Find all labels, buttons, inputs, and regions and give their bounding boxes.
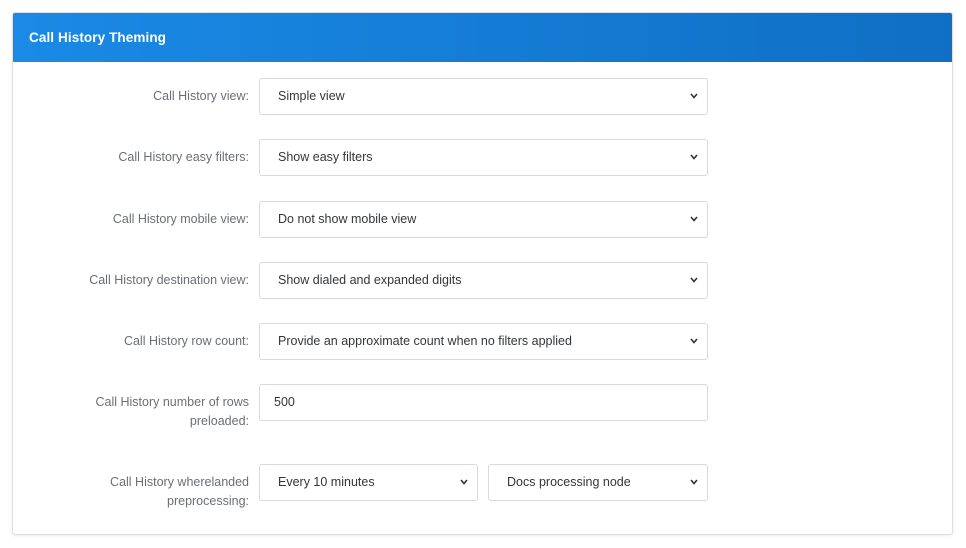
wherelanded-interval-select[interactable]: Every 10 minutes — [259, 464, 478, 501]
mobile-view-select[interactable]: Do not show mobile view — [259, 201, 708, 238]
wherelanded-label-line2: preprocessing: — [167, 494, 249, 508]
rows-preloaded-label: Call History number of rows preloaded: — [19, 393, 249, 431]
wherelanded-node-value: Docs processing node — [507, 475, 631, 489]
rows-preloaded-input[interactable]: 500 — [259, 384, 708, 421]
view-select-value: Simple view — [278, 89, 345, 103]
destination-view-select-value: Show dialed and expanded digits — [278, 273, 462, 287]
chevron-down-icon — [690, 338, 698, 345]
wherelanded-interval-value: Every 10 minutes — [278, 475, 375, 489]
view-select[interactable]: Simple view — [259, 78, 708, 115]
chevron-down-icon — [690, 216, 698, 223]
row-count-label: Call History row count: — [123, 334, 249, 348]
chevron-down-icon — [690, 154, 698, 161]
row-count-select-value: Provide an approximate count when no fil… — [278, 334, 572, 348]
chevron-down-icon — [690, 479, 698, 486]
destination-view-select[interactable]: Show dialed and expanded digits — [259, 262, 708, 299]
row-count-select[interactable]: Provide an approximate count when no fil… — [259, 323, 708, 360]
destination-view-label: Call History destination view: — [89, 273, 249, 287]
rows-preloaded-label-line2: preloaded: — [189, 414, 249, 428]
mobile-view-label: Call History mobile view: — [112, 212, 249, 226]
easy-filters-select-value: Show easy filters — [278, 150, 373, 164]
chevron-down-icon — [690, 93, 698, 100]
easy-filters-label: Call History easy filters: — [118, 150, 249, 164]
chevron-down-icon — [460, 479, 468, 486]
easy-filters-select[interactable]: Show easy filters — [259, 139, 708, 176]
wherelanded-node-select[interactable]: Docs processing node — [488, 464, 708, 501]
mobile-view-select-value: Do not show mobile view — [278, 212, 417, 226]
panel-title: Call History Theming — [13, 13, 952, 62]
rows-preloaded-input-value: 500 — [274, 395, 295, 409]
chevron-down-icon — [690, 277, 698, 284]
wherelanded-label: Call History wherelanded preprocessing: — [19, 473, 249, 511]
wherelanded-label-line1: Call History wherelanded — [110, 475, 249, 489]
view-label: Call History view: — [153, 89, 249, 103]
rows-preloaded-label-line1: Call History number of rows — [95, 395, 249, 409]
call-history-theming-panel: Call History Theming Call History view: … — [12, 12, 953, 535]
